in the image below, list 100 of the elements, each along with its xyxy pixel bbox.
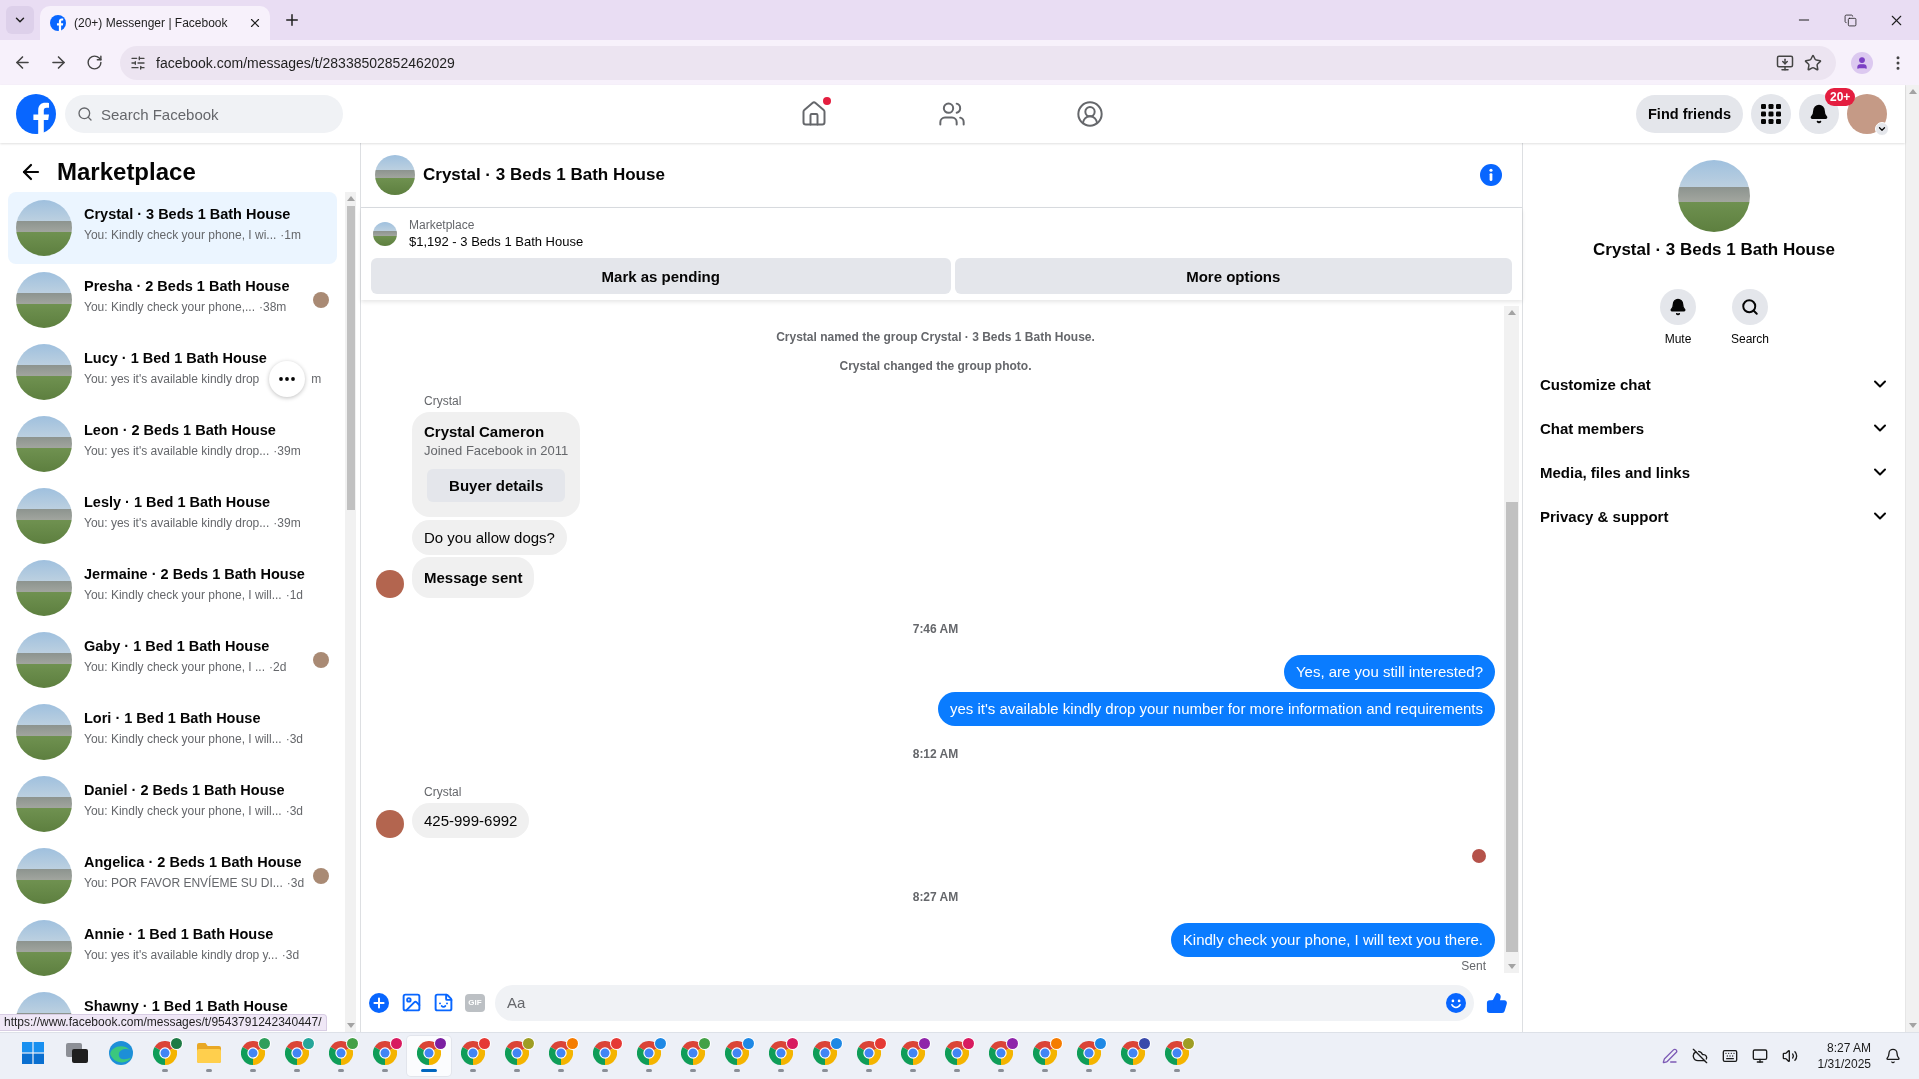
speaker-icon[interactable]	[1781, 1048, 1798, 1064]
browser-icon[interactable]	[505, 1040, 529, 1065]
message-time: ·1m	[280, 227, 301, 244]
address-field[interactable]: facebook.com/messages/t/28338502852462029	[120, 45, 1836, 80]
browser-icon[interactable]	[549, 1040, 573, 1065]
sender-name: Crystal	[424, 393, 462, 409]
cloud-off-icon[interactable]	[1691, 1048, 1708, 1064]
message-preview: You: yes it's available kindly drop y...	[84, 947, 278, 964]
conversation-name: Annie · 1 Bed 1 Bath House	[84, 926, 275, 942]
message-time: m	[311, 371, 322, 388]
pen-icon[interactable]	[1661, 1048, 1678, 1064]
photo-icon[interactable]	[400, 992, 422, 1013]
conversation-item[interactable]: Leon · 2 Beds 1 Bath House You: yes it's available kindly drop... ·39m	[8, 408, 337, 480]
browser-icon[interactable]	[681, 1040, 705, 1065]
task-view-icon[interactable]	[66, 1042, 88, 1063]
accordion-row[interactable]: Customize chat	[1523, 362, 1905, 406]
emoji-icon[interactable]	[1446, 992, 1466, 1013]
taskbar-button[interactable]	[407, 1036, 451, 1076]
browser-icon[interactable]	[373, 1040, 397, 1065]
user-circle-icon[interactable]	[1075, 100, 1104, 128]
thumbs-up-icon[interactable]	[1486, 991, 1508, 1014]
browser-icon[interactable]	[989, 1040, 1013, 1065]
plus-icon[interactable]	[369, 992, 389, 1013]
bell-icon	[1669, 298, 1687, 316]
conversation-item[interactable]: Crystal · 3 Beds 1 Bath House You: Kindly check your phone, I wi... ·1m	[8, 192, 337, 264]
conversation-item[interactable]: Daniel · 2 Beds 1 Bath House You: Kindly check your phone, I will... ·3d	[8, 768, 337, 840]
keyboard-icon[interactable]	[1721, 1048, 1738, 1064]
browser-icon[interactable]	[637, 1040, 661, 1065]
conversation-item[interactable]: Presha · 2 Beds 1 Bath House You: Kindly check your phone,... ·38m	[8, 264, 337, 336]
message-preview: You: yes it's available kindly drop...	[84, 443, 270, 460]
menu-button[interactable]	[1751, 94, 1791, 134]
browser-tab[interactable]: (20+) Messenger | Facebook	[40, 6, 270, 40]
browser-icon[interactable]	[417, 1040, 441, 1065]
browser-icon[interactable]	[901, 1040, 925, 1065]
buyer-details-button[interactable]: Buyer details	[427, 469, 566, 502]
swirl-icon[interactable]	[109, 1040, 133, 1065]
message-preview: You: yes it's available kindly drop	[84, 371, 260, 388]
browser-icon[interactable]	[1033, 1040, 1057, 1065]
logo-icon	[50, 15, 66, 31]
message-time: ·39m	[273, 515, 301, 532]
clock-date[interactable]: 1/31/2025	[1817, 1056, 1871, 1072]
message-bubble: Kindly check your phone, I will text you there.	[1170, 923, 1495, 957]
more-options-button[interactable]	[269, 361, 306, 397]
browser-icon[interactable]	[813, 1040, 837, 1065]
accordion-row[interactable]: Media, files and links	[1523, 450, 1905, 494]
conversation-item[interactable]: Jermaine · 2 Beds 1 Bath House You: Kindly check your phone, I will... ·1d	[8, 552, 337, 624]
conversation-item[interactable]: Lori · 1 Bed 1 Bath House You: Kindly check your phone, I will... ·3d	[8, 696, 337, 768]
people-icon[interactable]	[937, 100, 966, 128]
star-icon[interactable]	[1804, 53, 1822, 72]
browser-icon[interactable]	[857, 1040, 881, 1065]
logo-icon[interactable]	[16, 94, 56, 134]
search-field[interactable]: Search Facebook	[65, 95, 343, 133]
browser-icon[interactable]	[1121, 1040, 1145, 1065]
browser-icon[interactable]	[725, 1040, 749, 1065]
browser-icon[interactable]	[1165, 1040, 1189, 1065]
find-friends-button[interactable]: Find friends	[1636, 95, 1743, 133]
sticker-icon[interactable]	[432, 992, 454, 1013]
profile-icon[interactable]	[1851, 51, 1873, 74]
browser-icon[interactable]	[285, 1040, 309, 1065]
conversation-name: Gaby · 1 Bed 1 Bath House	[84, 638, 271, 654]
clock-time[interactable]: 8:27 AM	[1826, 1040, 1871, 1056]
conversation-name: Jermaine · 2 Beds 1 Bath House	[84, 566, 306, 582]
action-button[interactable]: More options	[954, 258, 1512, 294]
browser-icon[interactable]	[329, 1040, 353, 1065]
message-time: ·3d	[286, 875, 305, 892]
sender-name: Crystal	[424, 784, 462, 800]
photo-placeholder	[16, 848, 72, 904]
browser-icon[interactable]	[461, 1040, 485, 1065]
monitor-icon[interactable]	[1751, 1048, 1768, 1064]
conversation-name: Shawny · 1 Bed 1 Bath House	[84, 998, 289, 1014]
site-info-icon[interactable]	[130, 54, 146, 71]
accordion-row[interactable]: Privacy & support	[1523, 494, 1905, 538]
browser-icon[interactable]	[1077, 1040, 1101, 1065]
conversation-item[interactable]: Lucy · 1 Bed 1 Bath House You: yes it's available kindly drop m	[8, 336, 337, 408]
mute-button[interactable]	[1660, 289, 1696, 325]
message-field[interactable]: Aa	[495, 984, 1474, 1021]
info-icon[interactable]	[1480, 164, 1502, 186]
accordion-row[interactable]: Chat members	[1523, 406, 1905, 450]
start-icon[interactable]	[22, 1041, 44, 1064]
restore-icon[interactable]	[1843, 13, 1857, 27]
browser-icon[interactable]	[241, 1040, 265, 1065]
install-icon[interactable]	[1776, 53, 1794, 72]
conversation-name: Angelica · 2 Beds 1 Bath House	[84, 854, 301, 870]
browser-icon[interactable]	[593, 1040, 617, 1065]
close-icon[interactable]	[248, 16, 262, 30]
conversation-item[interactable]: Gaby · 1 Bed 1 Bath House You: Kindly check your phone, I ... ·2d	[8, 624, 337, 696]
seen-avatar	[1472, 849, 1486, 863]
conversation-item[interactable]: Annie · 1 Bed 1 Bath House You: yes it's available kindly drop y... ·3d	[8, 912, 337, 984]
reload-icon[interactable]	[85, 54, 103, 71]
new-tab-icon[interactable]	[283, 11, 301, 29]
browser-icon[interactable]	[945, 1040, 969, 1065]
action-button[interactable]: Mark as pending	[371, 258, 951, 294]
conversation-item[interactable]: Lesly · 1 Bed 1 Bath House You: yes it's available kindly drop... ·39m	[8, 480, 337, 552]
conversation-item[interactable]: Angelica · 2 Beds 1 Bath House You: POR FAVOR ENVÍEME SU DI... ·3d	[8, 840, 337, 912]
browser-icon[interactable]	[769, 1040, 793, 1065]
message-time: ·3d	[281, 947, 300, 964]
search-button[interactable]	[1732, 289, 1768, 325]
bell-icon	[1809, 104, 1829, 124]
notification-icon[interactable]	[1885, 1048, 1901, 1064]
browser-icon[interactable]	[153, 1040, 177, 1065]
